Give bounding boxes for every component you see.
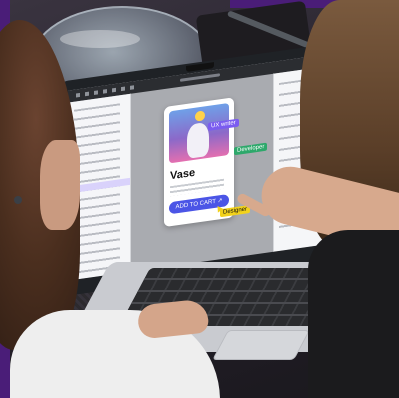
photo-scene: Vase ADD TO CART ↗ UX writer Developer D… xyxy=(0,0,399,398)
product-title: Vase xyxy=(170,166,196,183)
product-description-lines xyxy=(170,178,224,197)
vase-shape xyxy=(187,121,209,159)
vase-flower xyxy=(195,110,205,122)
right-person-top xyxy=(308,230,399,398)
left-person-face xyxy=(40,140,80,230)
vase-artwork xyxy=(169,102,229,164)
table-reflection xyxy=(60,30,140,48)
developer-tag: Developer xyxy=(234,142,268,156)
left-person-earring xyxy=(14,196,22,204)
trackpad xyxy=(212,330,310,360)
